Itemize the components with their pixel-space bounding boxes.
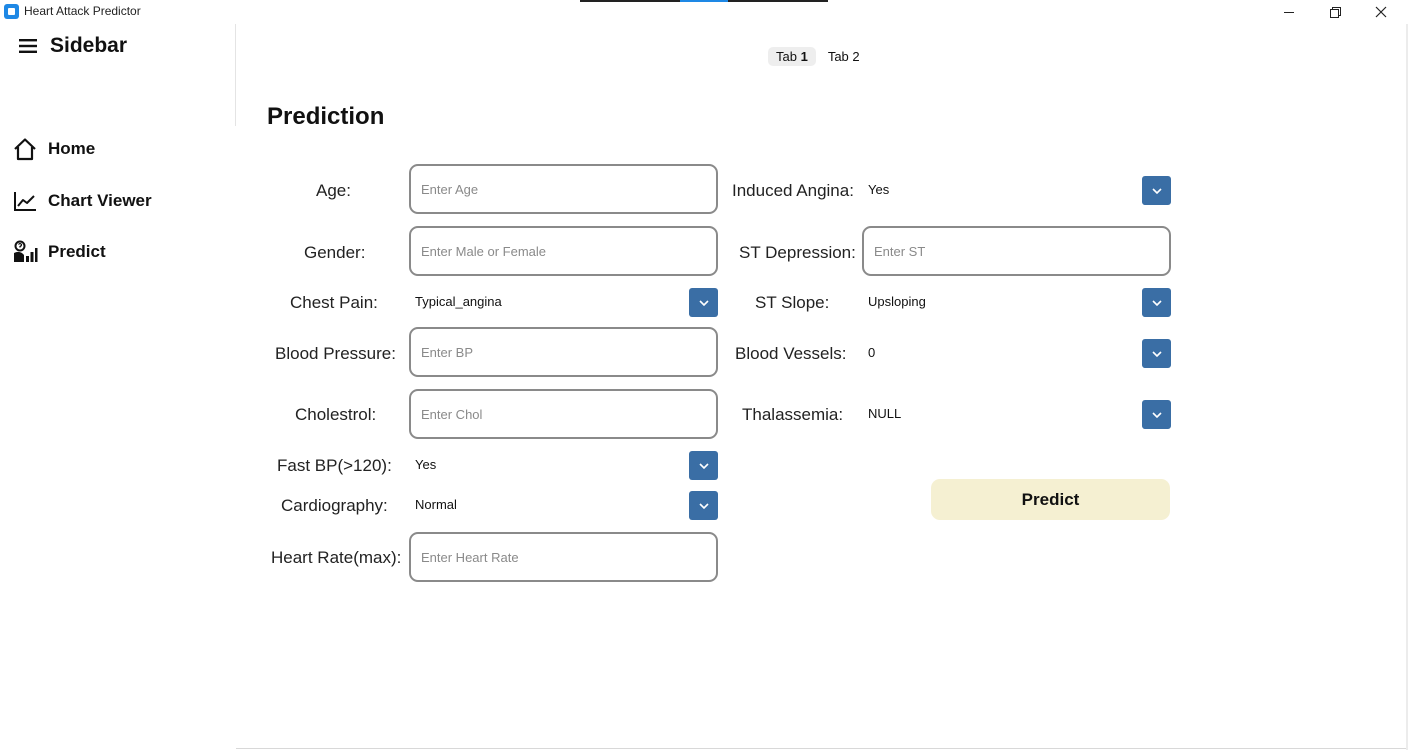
- predict-button[interactable]: Predict: [931, 479, 1170, 520]
- chest-pain-value: Typical_angina: [415, 294, 502, 309]
- cholestrol-field: [409, 389, 718, 439]
- st-depression-field: [862, 226, 1171, 276]
- induced-angina-value: Yes: [868, 182, 890, 197]
- blood-pressure-input[interactable]: [411, 329, 716, 375]
- induced-angina-label: Induced Angina:: [732, 181, 854, 200]
- fast-bp-label: Fast BP(>120):: [277, 456, 392, 475]
- sidebar-header: Sidebar: [18, 34, 127, 58]
- chevron-down-icon[interactable]: [1142, 288, 1171, 317]
- top-strip: [580, 0, 828, 2]
- heart-rate-input[interactable]: [411, 534, 716, 580]
- st-depression-input[interactable]: [864, 228, 1169, 274]
- sidebar-item-home[interactable]: Home: [12, 136, 95, 162]
- sidebar-item-label: Predict: [48, 242, 106, 261]
- blood-vessels-select[interactable]: 0: [862, 339, 1171, 368]
- bottom-border: [236, 748, 1408, 749]
- blood-vessels-value: 0: [868, 345, 876, 360]
- sidebar-divider: [235, 24, 236, 126]
- window-title: Heart Attack Predictor: [24, 4, 141, 18]
- chest-pain-label: Chest Pain:: [290, 293, 378, 312]
- sidebar-item-label: Chart Viewer: [48, 191, 152, 210]
- tab-bar: Tab 1 Tab 2: [768, 47, 868, 66]
- close-icon: [1375, 6, 1387, 18]
- cholestrol-input[interactable]: [411, 391, 716, 437]
- cholestrol-label: Cholestrol:: [295, 405, 377, 424]
- chevron-down-icon[interactable]: [689, 451, 718, 480]
- restore-button[interactable]: [1312, 0, 1358, 24]
- sidebar: [0, 24, 236, 750]
- st-slope-label: ST Slope:: [755, 293, 830, 312]
- st-depression-label: ST Depression:: [739, 243, 856, 262]
- predict-icon: [12, 239, 38, 265]
- sidebar-title: Sidebar: [50, 34, 128, 57]
- minimize-button[interactable]: [1266, 0, 1312, 24]
- blood-pressure-label: Blood Pressure:: [275, 344, 396, 363]
- age-label: Age:: [316, 181, 351, 200]
- age-field: [409, 164, 718, 214]
- gender-input[interactable]: [411, 228, 716, 274]
- thalassemia-label: Thalassemia:: [742, 405, 844, 424]
- cardiography-value: Normal: [415, 497, 457, 512]
- age-input[interactable]: [411, 166, 716, 212]
- blood-pressure-field: [409, 327, 718, 377]
- st-slope-value: Upsloping: [868, 294, 926, 309]
- chevron-down-icon[interactable]: [1142, 400, 1171, 429]
- chevron-down-icon[interactable]: [689, 288, 718, 317]
- thalassemia-select[interactable]: NULL: [862, 400, 1171, 429]
- app-icon: [4, 4, 19, 19]
- fast-bp-select[interactable]: Yes: [409, 451, 718, 480]
- sidebar-item-chart-viewer[interactable]: Chart Viewer: [12, 188, 152, 214]
- chevron-down-icon[interactable]: [1142, 176, 1171, 205]
- gender-field: [409, 226, 718, 276]
- sidebar-item-predict[interactable]: Predict: [12, 239, 106, 265]
- line-chart-icon: [12, 188, 38, 214]
- page-title: Prediction: [267, 103, 385, 130]
- chevron-down-icon[interactable]: [1142, 339, 1171, 368]
- chevron-down-icon[interactable]: [689, 491, 718, 520]
- gender-label: Gender:: [304, 243, 366, 262]
- close-button[interactable]: [1358, 0, 1404, 24]
- blood-vessels-label: Blood Vessels:: [735, 344, 847, 363]
- sidebar-item-label: Home: [48, 139, 96, 158]
- induced-angina-select[interactable]: Yes: [862, 176, 1171, 205]
- thalassemia-value: NULL: [868, 406, 902, 421]
- title-bar: Heart Attack Predictor: [0, 0, 1408, 24]
- tab-2[interactable]: Tab 2: [820, 47, 868, 66]
- tab-1[interactable]: Tab 1: [768, 47, 816, 66]
- restore-icon: [1329, 6, 1341, 18]
- heart-rate-label: Heart Rate(max):: [271, 548, 402, 567]
- home-icon: [12, 136, 38, 162]
- minimize-icon: [1284, 11, 1294, 13]
- st-slope-select[interactable]: Upsloping: [862, 288, 1171, 317]
- heart-rate-field: [409, 532, 718, 582]
- menu-icon[interactable]: [18, 38, 38, 54]
- fast-bp-value: Yes: [415, 457, 437, 472]
- chest-pain-select[interactable]: Typical_angina: [409, 288, 718, 317]
- cardiography-select[interactable]: Normal: [409, 491, 718, 520]
- cardiography-label: Cardiography:: [281, 496, 388, 515]
